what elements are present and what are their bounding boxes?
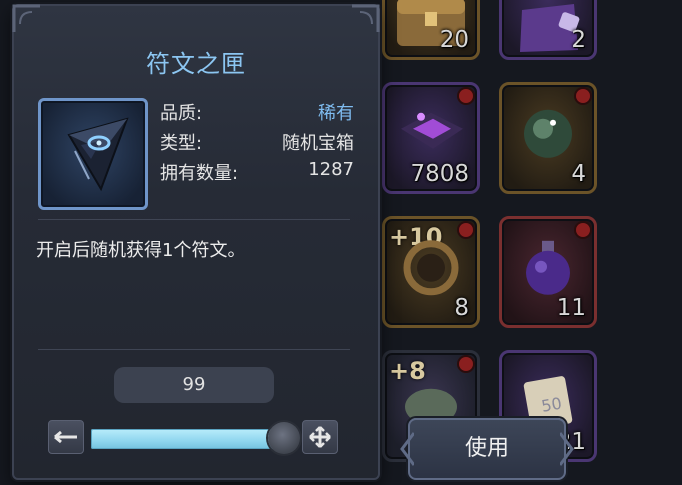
rune-crystal-icon bbox=[67, 117, 129, 192]
green-orb-icon bbox=[524, 109, 572, 158]
owned-count-value: 1287 bbox=[308, 159, 354, 180]
slot-count: 7808 bbox=[410, 161, 469, 187]
slot-count: 8 bbox=[454, 295, 469, 321]
quantity-display[interactable]: 99 bbox=[114, 367, 274, 403]
slot-count: 20 bbox=[439, 27, 469, 53]
item-tooltip-panel: 符文之匣 品质: 稀有 类型: 随机宝箱 拥有数量: 1287 开启后随机获得1… bbox=[12, 4, 380, 480]
slot-count: 4 bbox=[571, 161, 586, 187]
slider-handle[interactable] bbox=[268, 422, 300, 454]
use-item-button[interactable]: 使用 bbox=[400, 418, 574, 480]
item-description: 开启后随机获得1个符文。 bbox=[36, 240, 246, 261]
divider bbox=[38, 349, 350, 350]
divider bbox=[38, 219, 350, 220]
max-quantity-button[interactable] bbox=[302, 420, 338, 454]
owned-count-label: 拥有数量: bbox=[160, 163, 239, 184]
inventory-slot-frame[interactable]: +10 8 bbox=[382, 216, 480, 328]
item-icon-frame bbox=[38, 98, 148, 210]
slot-count: 2 bbox=[571, 27, 586, 53]
min-quantity-button[interactable] bbox=[48, 420, 84, 454]
quality-label: 品质: bbox=[160, 103, 203, 124]
button-ornament-right-icon bbox=[560, 432, 574, 466]
cross-arrows-icon bbox=[309, 426, 331, 448]
inventory-slot-spellbook[interactable]: 7808 bbox=[382, 82, 480, 194]
scroll-label: 50 bbox=[540, 394, 563, 416]
slot-count: 11 bbox=[556, 295, 586, 321]
quantity-slider[interactable] bbox=[91, 429, 285, 449]
type-value: 随机宝箱 bbox=[282, 133, 354, 154]
inventory-slot-gift-bag[interactable]: 2 bbox=[499, 0, 597, 60]
panel-corner-ornament-icon bbox=[12, 4, 40, 32]
spellbook-icon bbox=[401, 112, 463, 149]
quality-value: 稀有 bbox=[318, 103, 354, 124]
use-button-label: 使用 bbox=[464, 436, 509, 461]
button-ornament-left-icon bbox=[400, 432, 414, 466]
type-label: 类型: bbox=[160, 133, 203, 154]
double-arrow-horizontal-icon bbox=[54, 430, 77, 444]
inventory-slot-potion[interactable]: 11 bbox=[499, 216, 597, 328]
potion-icon bbox=[526, 240, 570, 295]
inventory-slot-treasure-chest[interactable]: 20 bbox=[382, 0, 480, 60]
panel-corner-ornament-icon bbox=[352, 4, 380, 32]
ornate-frame-icon bbox=[403, 240, 459, 296]
item-title: 符文之匣 bbox=[146, 50, 246, 78]
inventory-slot-orb[interactable]: 4 bbox=[499, 82, 597, 194]
